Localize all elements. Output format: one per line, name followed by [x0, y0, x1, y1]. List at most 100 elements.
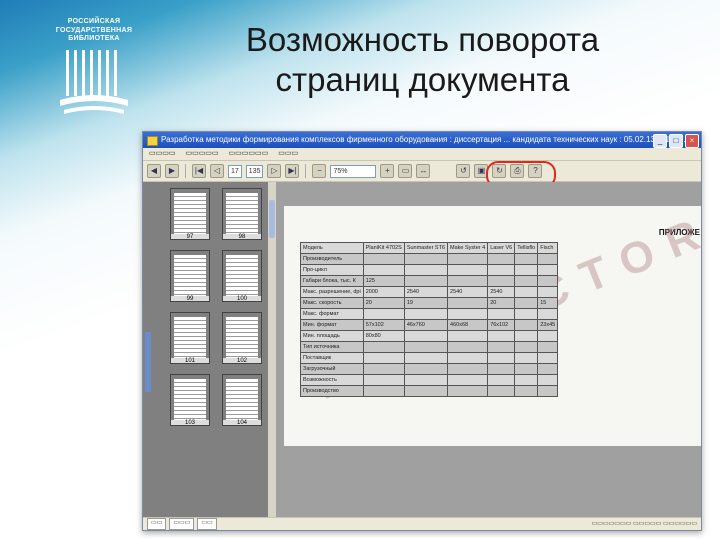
viewer-window: Разработка методики формирования комплек…: [142, 131, 702, 531]
table-cell: [403, 374, 449, 386]
table-cell: [514, 341, 539, 353]
table-cell: [362, 385, 405, 397]
viewer-content: 97 98 99 100 101 102 103 104 ПРИЛОЖЕ PRE…: [143, 182, 701, 518]
zoom-out-icon[interactable]: −: [312, 164, 327, 178]
thumbnail-page-number: 104: [223, 420, 261, 425]
table-cell: [447, 297, 489, 309]
menu-window[interactable]: ▭▭▭: [278, 148, 298, 160]
last-page-icon[interactable]: ▶|: [285, 164, 300, 178]
table-header-row: Модель PlaniKit 4702S Sunmaster ST6 Make Sy…: [300, 242, 559, 254]
library-building-icon: [60, 49, 128, 114]
toolbar-separator: [305, 164, 307, 178]
table-cell: Make Syster 4: [447, 242, 489, 254]
side-tabs[interactable]: [145, 332, 151, 392]
table-cell: 2540: [487, 286, 516, 298]
table-cell: Габари блока, тыс. К: [300, 275, 364, 287]
spec-table: Модель PlaniKit 4702S Sunmaster ST6 Make Sy…: [300, 242, 559, 397]
page-thumbnail[interactable]: 103: [170, 374, 210, 426]
thumbnail-page-number: 97: [171, 234, 209, 239]
thumbnail-page-number: 98: [223, 234, 261, 239]
view-tab[interactable]: ▭▭: [147, 518, 167, 530]
menu-navigate[interactable]: ▭▭▭▭▭▭: [229, 148, 269, 160]
slide-title-line-1: Возможность поворота: [245, 21, 600, 58]
close-button[interactable]: ×: [685, 134, 699, 148]
thumbnail-scrollbar[interactable]: [268, 182, 276, 518]
table-cell: 19: [403, 297, 449, 309]
thumbnail-grid: 97 98 99 100 101 102 103 104: [143, 182, 276, 426]
forward-icon[interactable]: ▶: [165, 164, 179, 178]
table-cell: [447, 330, 489, 342]
page-thumbnail[interactable]: 102: [222, 312, 262, 364]
table-row: Про-цикл: [300, 264, 559, 276]
table-cell: [362, 374, 405, 386]
table-cell: [362, 352, 405, 364]
table-cell: [487, 352, 516, 364]
table-cell: [514, 352, 539, 364]
table-cell: [537, 363, 559, 375]
logo-text: РОССИЙСКАЯ ГОСУДАРСТВЕННАЯ БИБЛИОТЕКА: [52, 18, 136, 44]
toolbar: ◀ ▶ |◀ ◁ 17 135 ▷ ▶| − 75% + ▭ ↔ ↺ ▣ ↻ ⎙…: [143, 161, 701, 182]
maximize-button[interactable]: □: [669, 134, 683, 148]
table-cell: [447, 352, 489, 364]
document-page: ПРИЛОЖЕ PREDOCTORAT МодельPlaniKit 4702S…: [284, 182, 701, 446]
table-cell: 57x102: [362, 319, 405, 331]
next-page-icon[interactable]: ▷: [267, 164, 282, 178]
page-thumbnail[interactable]: 101: [170, 312, 210, 364]
page-thumbnail[interactable]: 100: [222, 250, 262, 302]
page-number-input[interactable]: 17: [228, 164, 242, 178]
table-cell: [514, 374, 539, 386]
menu-view[interactable]: ▭▭▭▭▭: [185, 148, 218, 160]
first-page-icon[interactable]: |◀: [192, 164, 206, 178]
thumbnail-page-number: 99: [171, 296, 209, 301]
menu-file[interactable]: ▭▭▭▭: [149, 148, 175, 160]
thumbnail-page-number: 101: [171, 358, 209, 363]
table-row: Загрузочный: [300, 363, 559, 375]
logo-line: РОССИЙСКАЯ: [67, 18, 121, 25]
back-icon[interactable]: ◀: [147, 164, 161, 178]
table-cell: [487, 308, 516, 320]
table-cell: Макс. формат: [300, 308, 364, 320]
table-cell: [514, 385, 539, 397]
page-thumbnail[interactable]: 99: [170, 250, 210, 302]
table-cell: [487, 385, 516, 397]
zoom-in-icon[interactable]: +: [380, 164, 395, 178]
statusbar: ▭▭ ▭▭▭ ▭▭ ▭▭▭▭▭▭▭ ▭▭▭▭▭ ▭▭▭▭▭▭: [143, 517, 701, 530]
view-tab[interactable]: ▭▭▭: [169, 518, 195, 530]
table-cell: [362, 363, 405, 375]
zoom-select[interactable]: 75%: [330, 164, 377, 178]
table-cell: PlaniKit 4702S: [362, 242, 405, 254]
menubar: ▭▭▭▭ ▭▭▭▭▭ ▭▭▭▭▭▭ ▭▭▭: [143, 148, 701, 161]
table-cell: [403, 385, 449, 397]
table-cell: Tellisflo: [514, 242, 539, 254]
minimize-button[interactable]: _: [653, 134, 667, 148]
table-row: Макс. разрешение, dpi 2000 2540 2540 2540: [300, 286, 559, 298]
page-total-field: 135: [245, 164, 264, 178]
table-cell: [447, 385, 489, 397]
page-thumbnail[interactable]: 98: [222, 188, 262, 240]
table-cell: [487, 253, 516, 265]
rotate-left-icon[interactable]: ↺: [456, 164, 471, 178]
fit-page-icon[interactable]: ▭: [398, 164, 413, 178]
table-cell: [403, 341, 449, 353]
table-row: Макс. формат: [300, 308, 559, 320]
slide-title: Возможность поворота страниц документа: [150, 20, 695, 100]
scrollbar-thumb[interactable]: [269, 200, 275, 238]
table-cell: Модель: [300, 242, 364, 254]
table-cell: Макс. разрешение, dpi: [300, 286, 364, 298]
table-cell: Поставщик: [300, 352, 364, 364]
page-thumbnail[interactable]: 97: [170, 188, 210, 240]
table-cell: [537, 275, 559, 287]
table-cell: [403, 330, 449, 342]
table-cell: [487, 363, 516, 375]
thumbnail-page-number: 103: [171, 420, 209, 425]
table-cell: [487, 374, 516, 386]
fit-width-icon[interactable]: ↔: [416, 164, 431, 178]
page-thumbnail[interactable]: 104: [222, 374, 262, 426]
table-cell: 20: [362, 297, 405, 309]
table-cell: [514, 264, 539, 276]
view-tab[interactable]: ▭▭: [197, 518, 217, 530]
table-cell: [403, 308, 449, 320]
table-cell: 46x760: [403, 319, 449, 331]
prev-page-icon[interactable]: ◁: [210, 164, 224, 178]
table-cell: Fisch: [537, 242, 559, 254]
